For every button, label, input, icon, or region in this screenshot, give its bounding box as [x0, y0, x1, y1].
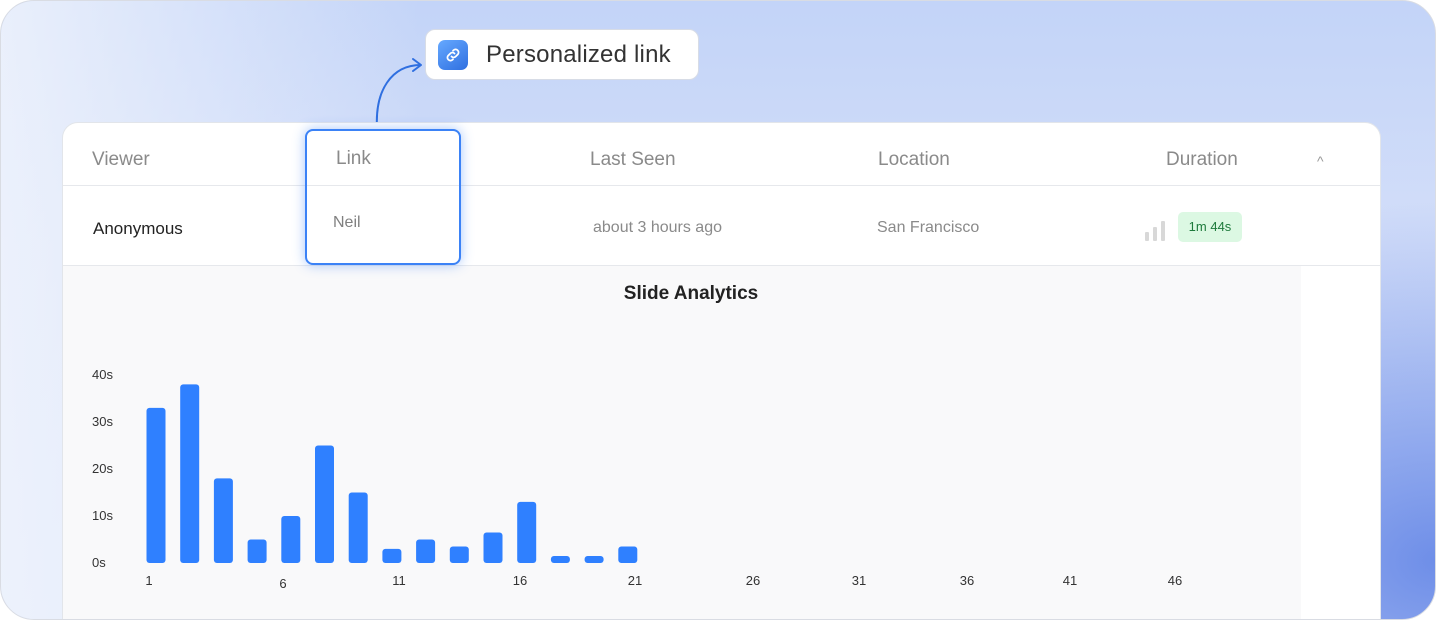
- signal-bars-icon: [1145, 221, 1167, 241]
- y-tick-label: 0s: [92, 555, 106, 570]
- location-value: San Francisco: [877, 219, 980, 236]
- bar-slide-2[interactable]: [180, 384, 200, 563]
- link-value[interactable]: Neil: [333, 214, 361, 232]
- link-header-divider: [307, 185, 459, 186]
- bar-slide-7[interactable]: [348, 492, 368, 564]
- slide-analytics-section: Slide Analytics 0s 10s 20s 30s 40s 1 6 11 16 21 26…: [63, 266, 1301, 619]
- bar-slide-10[interactable]: [449, 546, 469, 563]
- background-frame: Personalized link Viewer Last Seen Locat…: [0, 0, 1436, 620]
- duration-badge: 1m 44s: [1178, 212, 1242, 242]
- slide-analytics-chart: 0s10s20s30s40s1 6 11 16 21 26 31 36 41 46: [92, 367, 1182, 591]
- header-viewer[interactable]: Viewer: [92, 149, 150, 171]
- bar-slide-9[interactable]: [416, 539, 436, 564]
- x-tick-label: 41: [1063, 573, 1077, 588]
- header-duration[interactable]: Duration: [1166, 149, 1238, 171]
- x-tick-label: 1: [145, 573, 152, 588]
- x-tick-label: 46: [1168, 573, 1182, 588]
- header-last-seen[interactable]: Last Seen: [590, 149, 676, 171]
- bar-slide-5[interactable]: [281, 516, 301, 563]
- y-tick-label: 30s: [92, 414, 113, 429]
- last-seen-value: about 3 hours ago: [593, 219, 722, 236]
- x-tick-label: 11: [392, 573, 406, 588]
- viewers-table-panel: Viewer Last Seen Location Duration ^ Ano…: [62, 122, 1381, 619]
- bar-slide-11[interactable]: [483, 532, 503, 563]
- x-tick-label: 36: [960, 573, 974, 588]
- y-tick-label: 20s: [92, 461, 113, 476]
- bar-slide-3[interactable]: [213, 478, 233, 563]
- bar-slide-15[interactable]: [618, 546, 638, 563]
- chevron-up-icon[interactable]: ^: [1317, 153, 1324, 169]
- bar-slide-14[interactable]: [584, 555, 604, 563]
- bar-slide-12[interactable]: [517, 501, 537, 563]
- x-tick-label: 26: [746, 573, 760, 588]
- x-tick-label: 31: [852, 573, 866, 588]
- x-tick-label: 6: [279, 576, 286, 591]
- link-column-highlight: Link Neil: [305, 129, 461, 265]
- x-tick-label: 21: [628, 573, 642, 588]
- callout-label: Personalized link: [486, 40, 671, 68]
- personalized-link-callout: Personalized link: [425, 29, 699, 80]
- bar-slide-8[interactable]: [382, 548, 402, 563]
- header-link[interactable]: Link: [336, 148, 371, 170]
- header-location[interactable]: Location: [878, 149, 950, 171]
- bar-slide-6[interactable]: [315, 445, 334, 564]
- link-icon: [438, 39, 468, 70]
- header-divider: [63, 185, 1380, 186]
- y-tick-label: 10s: [92, 508, 113, 523]
- x-tick-label: 16: [513, 573, 527, 588]
- bar-slide-4[interactable]: [247, 539, 267, 564]
- bar-slide-1[interactable]: [146, 407, 166, 563]
- viewer-name: Anonymous: [93, 219, 183, 238]
- bar-slide-13[interactable]: [550, 555, 570, 563]
- callout-arrow: [375, 58, 422, 129]
- y-tick-label: 40s: [92, 367, 113, 382]
